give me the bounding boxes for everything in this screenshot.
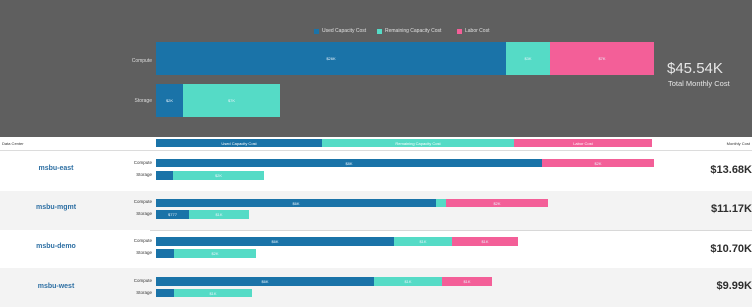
compute-used-segment[interactable]: $8K — [156, 159, 542, 167]
header-monthly-cost[interactable]: Monthly Cost — [727, 141, 750, 146]
compute-bar: $8K $2K — [156, 159, 654, 167]
table-header: Data Center Used Capacity Cost Remaining… — [0, 137, 752, 151]
total-monthly-cost-value: $45.54K — [667, 60, 723, 77]
data-center-name[interactable]: msbu-east — [28, 165, 84, 172]
storage-bar: $2K — [156, 171, 264, 180]
summary-panel: Used Capacity Cost Remaining Capacity Co… — [0, 0, 752, 137]
monthly-cost: $13.68K — [710, 164, 752, 176]
storage-used-segment[interactable] — [156, 171, 173, 180]
summary-storage-used[interactable]: $2K — [156, 84, 183, 117]
storage-remaining-segment[interactable]: $1K — [174, 289, 252, 297]
monthly-cost: $10.70K — [710, 243, 752, 255]
legend-remaining: Remaining Capacity Cost — [377, 26, 441, 36]
table-row[interactable]: msbu-east Compute $8K $2K Storage $2K $1… — [0, 152, 752, 191]
summary-storage-bar: $2K $7K — [156, 84, 280, 117]
compute-bar: $6K $1K $1K — [156, 237, 518, 246]
storage-label: Storage — [136, 250, 152, 255]
storage-bar: $777 $1K — [156, 210, 249, 219]
compute-bar: $6K $1K $1K — [156, 277, 492, 286]
compute-remaining-segment[interactable]: $1K — [394, 237, 452, 246]
table-row[interactable]: msbu-mgmt Compute $6K $2K Storage $777 $… — [0, 191, 752, 230]
storage-remaining-segment[interactable]: $1K — [189, 210, 249, 219]
compute-label: Compute — [133, 278, 152, 283]
header-data-center[interactable]: Data Center — [2, 141, 24, 146]
compute-remaining-segment[interactable]: $1K — [374, 277, 442, 286]
legend-labor-swatch — [457, 28, 462, 34]
storage-remaining-segment[interactable]: $2K — [174, 249, 256, 258]
legend-used-swatch — [314, 28, 319, 34]
summary-compute-bar: $26K $3K $7K — [156, 42, 654, 75]
storage-bar: $1K — [156, 289, 252, 297]
total-monthly-cost-label: Total Monthly Cost — [668, 79, 730, 88]
storage-used-segment[interactable] — [156, 289, 174, 297]
storage-label: Storage — [136, 172, 152, 177]
monthly-cost: $11.17K — [711, 203, 752, 215]
compute-label: Compute — [133, 160, 152, 165]
storage-bar: $2K — [156, 249, 256, 258]
storage-used-segment[interactable]: $777 — [156, 210, 189, 219]
data-center-name[interactable]: msbu-demo — [28, 243, 84, 250]
summary-storage-label: Storage — [134, 98, 152, 104]
summary-compute-used[interactable]: $26K — [156, 42, 506, 75]
legend-remaining-swatch — [377, 28, 382, 34]
summary-compute-remaining[interactable]: $3K — [506, 42, 550, 75]
header-remaining-capacity: Remaining Capacity Cost — [322, 139, 514, 147]
legend-used: Used Capacity Cost — [314, 26, 366, 36]
storage-remaining-segment[interactable]: $2K — [173, 171, 264, 180]
compute-remaining-segment[interactable] — [436, 199, 446, 207]
legend-remaining-label: Remaining Capacity Cost — [385, 28, 442, 34]
storage-used-segment[interactable] — [156, 249, 174, 258]
storage-label: Storage — [136, 211, 152, 216]
summary-storage-remaining[interactable]: $7K — [183, 84, 280, 117]
data-center-name[interactable]: msbu-mgmt — [28, 204, 84, 211]
compute-used-segment[interactable]: $6K — [156, 277, 374, 286]
header-used-capacity: Used Capacity Cost — [156, 139, 322, 147]
compute-labor-segment[interactable]: $1K — [442, 277, 492, 286]
compute-label: Compute — [133, 238, 152, 243]
compute-label: Compute — [133, 199, 152, 204]
header-labor: Labor Cost — [514, 139, 652, 147]
summary-compute-labor[interactable]: $7K — [550, 42, 654, 75]
legend-labor-label: Labor Cost — [465, 28, 490, 34]
compute-bar: $6K $2K — [156, 199, 548, 207]
data-center-name[interactable]: msbu-west — [28, 283, 84, 290]
summary-compute-label: Compute — [131, 58, 152, 64]
compute-used-segment[interactable]: $6K — [156, 237, 394, 246]
monthly-cost: $9.99K — [716, 280, 752, 292]
table-row[interactable]: msbu-demo Compute $6K $1K $1K Storage $2… — [0, 231, 752, 270]
table-row[interactable]: msbu-west Compute $6K $1K $1K Storage $1… — [0, 268, 752, 307]
compute-used-segment[interactable]: $6K — [156, 199, 436, 207]
compute-labor-segment[interactable]: $2K — [542, 159, 654, 167]
storage-label: Storage — [136, 290, 152, 295]
compute-labor-segment[interactable]: $1K — [452, 237, 518, 246]
legend-labor: Labor Cost — [457, 26, 489, 36]
compute-labor-segment[interactable]: $2K — [446, 199, 548, 207]
legend-used-label: Used Capacity Cost — [322, 28, 367, 34]
